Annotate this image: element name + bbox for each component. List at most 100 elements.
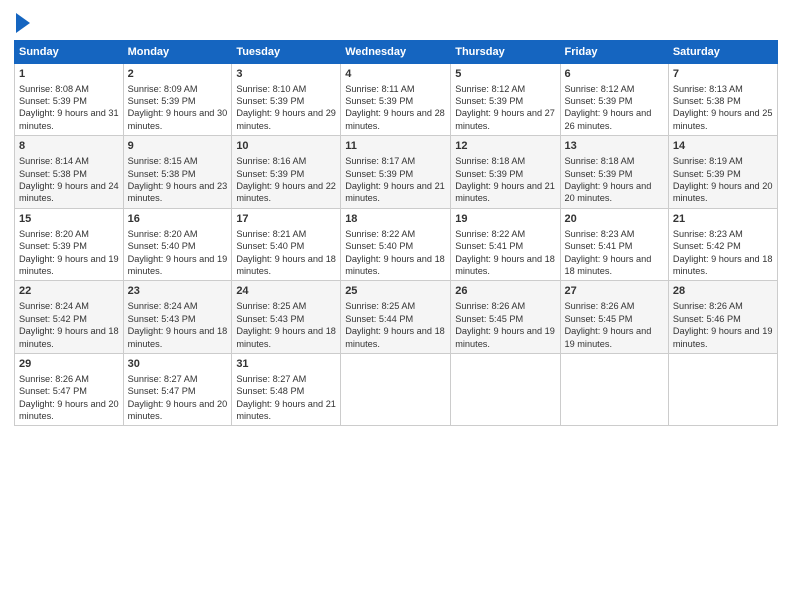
page-container: SundayMondayTuesdayWednesdayThursdayFrid…: [0, 0, 792, 436]
header: [14, 10, 778, 34]
day-cell: [668, 353, 777, 426]
day-cell: 1Sunrise: 8:08 AMSunset: 5:39 PMDaylight…: [15, 63, 124, 136]
sunrise: Sunrise: 8:23 AM: [673, 229, 743, 239]
sunrise: Sunrise: 8:20 AM: [128, 229, 198, 239]
day-cell: 16 Sunrise: 8:20 AM Sunset: 5:40 PM Dayligh…: [123, 208, 232, 281]
day-cell: 30Sunrise: 8:27 AMSunset: 5:47 PMDayligh…: [123, 353, 232, 426]
daylight: Daylight: 9 hours and 18 minutes.: [673, 254, 773, 276]
day-cell: 29Sunrise: 8:26 AMSunset: 5:47 PMDayligh…: [15, 353, 124, 426]
sunset: Sunset: 5:43 PM: [236, 314, 304, 324]
day-cell: 22Sunrise: 8:24 AMSunset: 5:42 PMDayligh…: [15, 281, 124, 354]
day-number: 22: [19, 284, 119, 299]
sunset: Sunset: 5:41 PM: [565, 241, 633, 251]
column-header-saturday: Saturday: [668, 40, 777, 63]
day-cell: 20Sunrise: 8:23 AMSunset: 5:41 PMDayligh…: [560, 208, 668, 281]
logo: [14, 14, 30, 34]
sunset: Sunset: 5:39 PM: [345, 96, 413, 106]
sunrise: Sunrise: 8:12 AM: [565, 84, 635, 94]
day-number: 20: [565, 212, 664, 227]
sunset: Sunset: 5:39 PM: [565, 96, 633, 106]
sunrise: Sunrise: 8:23 AM: [565, 229, 635, 239]
day-cell: [560, 353, 668, 426]
sunset: Sunset: 5:47 PM: [128, 386, 196, 396]
day-cell: 10Sunrise: 8:16 AMSunset: 5:39 PMDayligh…: [232, 136, 341, 209]
day-cell: 9Sunrise: 8:15 AMSunset: 5:38 PMDaylight…: [123, 136, 232, 209]
calendar-table: SundayMondayTuesdayWednesdayThursdayFrid…: [14, 40, 778, 427]
day-number: 24: [236, 284, 336, 299]
day-number: 5: [455, 67, 555, 82]
day-cell: 31Sunrise: 8:27 AMSunset: 5:48 PMDayligh…: [232, 353, 341, 426]
logo-arrow-icon: [16, 13, 30, 33]
day-number: 31: [236, 357, 336, 372]
day-number: 11: [345, 139, 446, 154]
sunrise: Sunrise: 8:25 AM: [345, 301, 415, 311]
day-cell: 26Sunrise: 8:26 AMSunset: 5:45 PMDayligh…: [451, 281, 560, 354]
sunset: Sunset: 5:39 PM: [236, 169, 304, 179]
sunrise: Sunrise: 8:27 AM: [236, 374, 306, 384]
daylight: Daylight: 9 hours and 29 minutes.: [236, 108, 336, 130]
column-header-monday: Monday: [123, 40, 232, 63]
daylight: Daylight: 9 hours and 21 minutes.: [455, 181, 555, 203]
sunset: Sunset: 5:45 PM: [565, 314, 633, 324]
sunrise: Sunrise: 8:27 AM: [128, 374, 198, 384]
daylight: Daylight: 9 hours and 22 minutes.: [236, 181, 336, 203]
daylight: Daylight: 9 hours and 21 minutes.: [236, 399, 336, 421]
sunset: Sunset: 5:39 PM: [345, 169, 413, 179]
day-cell: 27Sunrise: 8:26 AMSunset: 5:45 PMDayligh…: [560, 281, 668, 354]
sunset: Sunset: 5:39 PM: [128, 96, 196, 106]
day-number: 9: [128, 139, 228, 154]
column-header-wednesday: Wednesday: [341, 40, 451, 63]
daylight: Daylight: 9 hours and 20 minutes.: [19, 399, 119, 421]
day-number: 16: [128, 212, 228, 227]
sunrise: Sunrise: 8:17 AM: [345, 156, 415, 166]
day-number: 17: [236, 212, 336, 227]
sunrise: Sunrise: 8:24 AM: [128, 301, 198, 311]
sunset: Sunset: 5:41 PM: [455, 241, 523, 251]
daylight: Daylight: 9 hours and 18 minutes.: [236, 254, 336, 276]
day-number: 7: [673, 67, 773, 82]
sunrise: Sunrise: 8:26 AM: [455, 301, 525, 311]
day-number: 15: [19, 212, 119, 227]
sunset: Sunset: 5:45 PM: [455, 314, 523, 324]
day-cell: 18Sunrise: 8:22 AMSunset: 5:40 PMDayligh…: [341, 208, 451, 281]
week-row-5: 29Sunrise: 8:26 AMSunset: 5:47 PMDayligh…: [15, 353, 778, 426]
column-header-row: SundayMondayTuesdayWednesdayThursdayFrid…: [15, 40, 778, 63]
sunrise: Sunrise: 8:24 AM: [19, 301, 89, 311]
day-cell: 7Sunrise: 8:13 AMSunset: 5:38 PMDaylight…: [668, 63, 777, 136]
day-cell: 24Sunrise: 8:25 AMSunset: 5:43 PMDayligh…: [232, 281, 341, 354]
daylight: Daylight: 9 hours and 19 minutes.: [19, 254, 119, 276]
sunset: Sunset: 5:40 PM: [345, 241, 413, 251]
day-cell: 14Sunrise: 8:19 AMSunset: 5:39 PMDayligh…: [668, 136, 777, 209]
sunset: Sunset: 5:39 PM: [565, 169, 633, 179]
daylight: Daylight: 9 hours and 19 minutes.: [673, 326, 773, 348]
daylight: Daylight: 9 hours and 18 minutes.: [455, 254, 555, 276]
daylight: Daylight: 9 hours and 31 minutes.: [19, 108, 119, 130]
day-cell: 4Sunrise: 8:11 AMSunset: 5:39 PMDaylight…: [341, 63, 451, 136]
sunrise: Sunrise: 8:22 AM: [345, 229, 415, 239]
column-header-tuesday: Tuesday: [232, 40, 341, 63]
daylight: Daylight: 9 hours and 20 minutes.: [128, 399, 228, 421]
sunset: Sunset: 5:46 PM: [673, 314, 741, 324]
sunrise: Sunrise: 8:26 AM: [19, 374, 89, 384]
sunset: Sunset: 5:40 PM: [128, 241, 196, 251]
sunrise: Sunrise: 8:18 AM: [565, 156, 635, 166]
sunrise: Sunrise: 8:19 AM: [673, 156, 743, 166]
day-cell: 12Sunrise: 8:18 AMSunset: 5:39 PMDayligh…: [451, 136, 560, 209]
sunset: Sunset: 5:47 PM: [19, 386, 87, 396]
daylight: Daylight: 9 hours and 19 minutes.: [455, 326, 555, 348]
sunset: Sunset: 5:38 PM: [128, 169, 196, 179]
daylight: Daylight: 9 hours and 18 minutes.: [345, 326, 445, 348]
sunrise: Sunrise: 8:10 AM: [236, 84, 306, 94]
daylight: Daylight: 9 hours and 19 minutes.: [565, 326, 652, 348]
day-cell: 6Sunrise: 8:12 AMSunset: 5:39 PMDaylight…: [560, 63, 668, 136]
sunrise: Sunrise: 8:13 AM: [673, 84, 743, 94]
daylight: Daylight: 9 hours and 19 minutes.: [128, 254, 228, 276]
day-number: 21: [673, 212, 773, 227]
sunrise: Sunrise: 8:26 AM: [565, 301, 635, 311]
day-number: 23: [128, 284, 228, 299]
day-number: 28: [673, 284, 773, 299]
day-cell: [341, 353, 451, 426]
day-number: 25: [345, 284, 446, 299]
sunrise: Sunrise: 8:11 AM: [345, 84, 414, 94]
day-number: 13: [565, 139, 664, 154]
